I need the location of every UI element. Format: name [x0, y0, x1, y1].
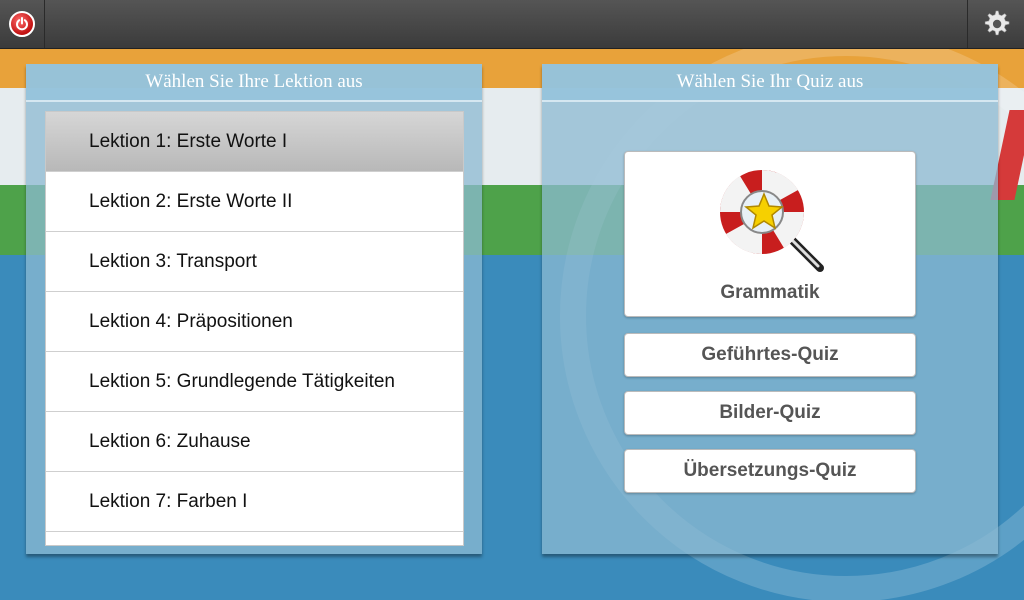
- top-bar: [0, 0, 1024, 49]
- settings-button[interactable]: [967, 0, 1024, 48]
- power-icon: [9, 11, 35, 37]
- lesson-item[interactable]: Lektion 2: Erste Worte II: [46, 172, 463, 232]
- guided-quiz-button[interactable]: Geführtes-Quiz: [624, 333, 916, 377]
- lesson-label: Lektion 1: Erste Worte I: [89, 130, 288, 152]
- lesson-label: Lektion 6: Zuhause: [89, 430, 251, 452]
- translation-quiz-button[interactable]: Übersetzungs-Quiz: [624, 449, 916, 493]
- lesson-item[interactable]: Lektion 1: Erste Worte I: [46, 112, 463, 172]
- lesson-label: Lektion 2: Erste Worte II: [89, 190, 293, 212]
- power-button[interactable]: [0, 0, 45, 48]
- lesson-item[interactable]: Lektion 4: Präpositionen: [46, 292, 463, 352]
- translation-quiz-label: Übersetzungs-Quiz: [683, 460, 857, 481]
- lesson-item[interactable]: Lektion 6: Zuhause: [46, 412, 463, 472]
- guided-quiz-label: Geführtes-Quiz: [701, 344, 839, 365]
- quiz-panel-title: Wählen Sie Ihr Quiz aus: [542, 64, 998, 102]
- lessons-panel: Wählen Sie Ihre Lektion aus Lektion 1: E…: [26, 64, 482, 554]
- lesson-item[interactable]: Lektion 5: Grundlegende Tätigkeiten: [46, 352, 463, 412]
- lifebuoy-magnifier-star-icon: [719, 169, 824, 272]
- lesson-label: Lektion 3: Transport: [89, 250, 257, 272]
- grammar-quiz-button[interactable]: Grammatik: [624, 151, 916, 317]
- grammar-quiz-label: Grammatik: [720, 282, 820, 303]
- lesson-label: Lektion 4: Präpositionen: [89, 310, 293, 332]
- lesson-label: Lektion 7: Farben I: [89, 490, 248, 512]
- gear-icon: [984, 10, 1010, 36]
- picture-quiz-label: Bilder-Quiz: [719, 402, 821, 423]
- lesson-item-partial[interactable]: [46, 532, 463, 545]
- picture-quiz-button[interactable]: Bilder-Quiz: [624, 391, 916, 435]
- lessons-panel-title: Wählen Sie Ihre Lektion aus: [26, 64, 482, 102]
- quiz-panel: Wählen Sie Ihr Quiz aus Grammatik Geführ…: [542, 64, 998, 554]
- lesson-list[interactable]: Lektion 1: Erste Worte I Lektion 2: Erst…: [45, 111, 464, 546]
- lesson-item[interactable]: Lektion 3: Transport: [46, 232, 463, 292]
- lesson-label: Lektion 5: Grundlegende Tätigkeiten: [89, 370, 395, 392]
- lesson-item[interactable]: Lektion 7: Farben I: [46, 472, 463, 532]
